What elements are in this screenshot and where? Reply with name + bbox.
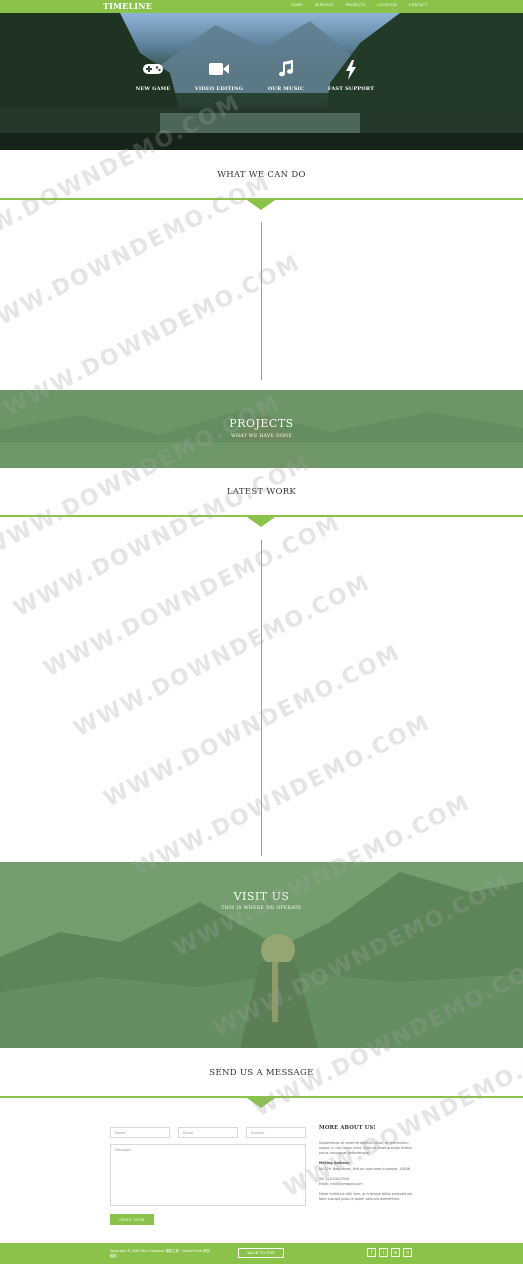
main-menu: HOME SERVICES PROJECTS LOCATION CONTACT (291, 3, 439, 7)
services-title: WHAT WE CAN DO (217, 170, 306, 180)
footer: Copyright © 2084 Your Company 模板之家 · Col… (0, 1243, 523, 1264)
visit-banner: VISIT US THIS IS WHERE WE OPERATE (0, 862, 523, 1048)
watermark-text: WWW.DOWNDEMO.COM (130, 710, 435, 883)
facebook-icon[interactable]: f (367, 1248, 376, 1257)
feature-label: OUR MUSIC (267, 86, 305, 92)
contact-title: SEND US A MESSAGE (209, 1068, 314, 1078)
email-input[interactable]: Email (178, 1127, 238, 1138)
timeline-line (261, 540, 262, 856)
feature-label: VIDEO EDITING (194, 86, 244, 92)
feature-icons: NEW GAME VIDEO EDITING OUR MUSIC FAST SU… (0, 60, 523, 120)
about-heading: MORE ABOUT US! (319, 1125, 376, 1131)
nav-item-services[interactable]: SERVICES (315, 3, 334, 7)
feature-our-music[interactable]: OUR MUSIC (251, 60, 321, 92)
section-arrow (247, 200, 275, 210)
watermark-text: WWW.DOWNDEMO.COM (10, 450, 315, 623)
watermark-text: WWW.DOWNDEMO.COM (70, 570, 375, 743)
gamepad-icon (118, 60, 188, 82)
message-textarea[interactable]: Message (110, 1144, 306, 1206)
latest-work-title: LATEST WORK (226, 487, 297, 497)
email-text[interactable]: Email: info@company.com (319, 1182, 419, 1187)
about-outro: Morbi tincidunt nibh sem, ac tristique t… (319, 1192, 413, 1201)
dribbble-icon[interactable]: d (403, 1248, 412, 1257)
projects-title: PROJECTS (229, 417, 294, 430)
nav-item-projects[interactable]: PROJECTS (346, 3, 365, 7)
linkedin-icon[interactable]: in (391, 1248, 400, 1257)
hero-banner: NEW GAME VIDEO EDITING OUR MUSIC FAST SU… (0, 13, 523, 150)
feature-label: NEW GAME (135, 86, 171, 92)
watermark-text: WWW.DOWNDEMO.COM (40, 510, 345, 683)
subject-input[interactable]: Subject (246, 1127, 306, 1138)
feature-video-editing[interactable]: VIDEO EDITING (184, 60, 254, 92)
watermark-text: WWW.DOWNDEMO.COM (100, 640, 405, 813)
music-note-icon (251, 60, 321, 82)
section-arrow (247, 517, 275, 527)
feature-label: FAST SUPPORT (327, 86, 375, 92)
feature-fast-support[interactable]: FAST SUPPORT (316, 60, 386, 92)
projects-banner: PROJECTS WHAT WE HAVE DONE (0, 390, 523, 468)
name-input[interactable]: Name (110, 1127, 170, 1138)
brand-logo[interactable]: TIMELINE (103, 1, 152, 11)
section-arrow (247, 1098, 275, 1108)
mailing-label: Mailing Address: (319, 1161, 351, 1165)
visit-subtitle: THIS IS WHERE WE OPERATE (221, 906, 302, 911)
about-panel: MORE ABOUT US! Suspendisse sit amet ferm… (319, 1125, 419, 1207)
copyright-text: Copyright © 2084 Your Company 模板之家 · Col… (110, 1249, 210, 1258)
nav-item-contact[interactable]: CONTACT (409, 3, 427, 7)
visit-title: VISIT US (233, 890, 290, 903)
send-button[interactable]: SEND NOW (110, 1214, 154, 1225)
about-intro: Suspendisse sit amet fermentum dolor, et… (319, 1141, 413, 1155)
back-to-top-button[interactable]: BACK TO TOP (238, 1248, 284, 1258)
projects-subtitle: WHAT WE HAVE DONE (230, 434, 292, 439)
video-camera-icon (184, 60, 254, 82)
nav-item-location[interactable]: LOCATION (377, 3, 397, 7)
watermark-text: WWW.DOWNDEMO.COM (0, 170, 275, 343)
lightning-bolt-icon (316, 60, 386, 82)
nav-item-home[interactable]: HOME (291, 3, 303, 7)
mailing-address: No 129, New street, find on road area in… (319, 1167, 411, 1171)
top-navbar: TIMELINE HOME SERVICES PROJECTS LOCATION… (0, 0, 523, 13)
feature-new-game[interactable]: NEW GAME (118, 60, 188, 92)
timeline-line (261, 222, 262, 380)
social-links: f t in d (367, 1248, 412, 1257)
twitter-icon[interactable]: t (379, 1248, 388, 1257)
